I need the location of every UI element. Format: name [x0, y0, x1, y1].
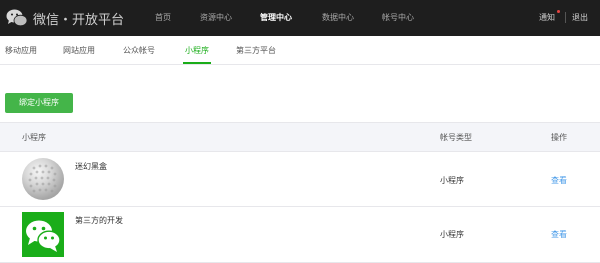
view-link[interactable]: 查看	[551, 175, 567, 186]
golf-ball-thumbnail-icon	[22, 158, 64, 200]
table-row: 迷幻黑盒 小程序 查看	[0, 151, 600, 207]
tab-third-party-platform[interactable]: 第三方平台	[236, 45, 276, 56]
row-account-type: 小程序	[440, 176, 464, 185]
top-navigation-bar: 微信・开放平台 首页 资源中心 管理中心 数据中心 帐号中心 通知 退出	[0, 0, 600, 36]
topnav-resource-center[interactable]: 资源中心	[200, 12, 232, 23]
notice-link[interactable]: 通知	[539, 12, 555, 23]
notice-dot-badge	[557, 10, 560, 13]
topnav-data-center[interactable]: 数据中心	[322, 12, 354, 23]
row-account-type: 小程序	[440, 230, 464, 239]
sub-navigation-tabs: 移动应用 网站应用 公众帐号 小程序 第三方平台	[0, 36, 600, 65]
topnav-home[interactable]: 首页	[155, 12, 171, 23]
bind-mini-program-button[interactable]: 绑定小程序	[5, 93, 73, 113]
table-header: 小程序 帐号类型 操作	[0, 122, 600, 152]
topnav-management-center[interactable]: 管理中心	[260, 12, 292, 23]
logout-link[interactable]: 退出	[572, 12, 588, 23]
column-header-action: 操作	[551, 133, 567, 142]
wechat-logo-thumbnail-icon	[22, 212, 64, 257]
row-name: 迷幻黑盒	[75, 162, 107, 171]
wechat-logo-icon[interactable]	[6, 8, 28, 28]
view-link[interactable]: 查看	[551, 229, 567, 240]
row-name: 第三方的开发	[75, 216, 123, 225]
column-header-account-type: 帐号类型	[440, 133, 472, 142]
column-header-mini-program: 小程序	[22, 133, 46, 142]
tab-mobile-apps[interactable]: 移动应用	[5, 45, 37, 56]
topnav-account-center[interactable]: 帐号中心	[382, 12, 414, 23]
tab-web-apps[interactable]: 网站应用	[63, 45, 95, 56]
active-tab-indicator	[183, 62, 211, 64]
divider	[565, 12, 566, 23]
tab-mini-programs[interactable]: 小程序	[185, 45, 209, 56]
brand-title[interactable]: 微信・开放平台	[33, 9, 124, 28]
tab-official-accounts[interactable]: 公众帐号	[123, 45, 155, 56]
